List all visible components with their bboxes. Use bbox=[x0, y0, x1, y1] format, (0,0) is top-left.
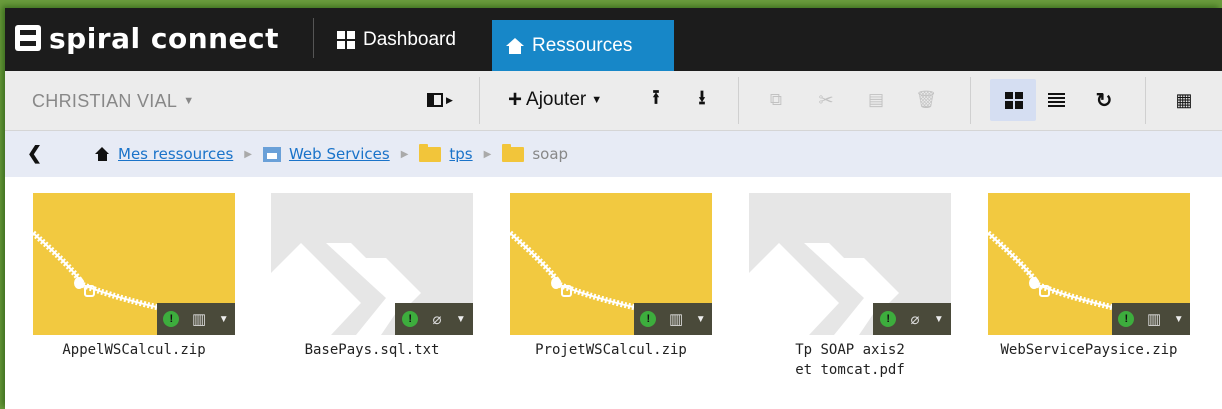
file-thumbnail[interactable]: ! ⌀ ▼ bbox=[749, 193, 951, 335]
add-button-label: Ajouter bbox=[526, 89, 587, 110]
refresh-button[interactable]: ↻ bbox=[1092, 85, 1116, 115]
grid-view-icon bbox=[1004, 91, 1023, 109]
file-tile[interactable]: ! ⌀ ▼ BasePays.sql.txt bbox=[271, 193, 473, 360]
file-tile[interactable]: ! ▥ ▼ ProjetWSCalcul.zip bbox=[510, 193, 712, 360]
back-button[interactable]: ❮ bbox=[27, 143, 42, 164]
list-view-icon bbox=[1047, 93, 1065, 107]
list-view-button[interactable] bbox=[1044, 85, 1068, 115]
file-thumbnail[interactable]: ! ▥ ▼ bbox=[33, 193, 235, 335]
file-thumbnail[interactable]: ! ▥ ▼ bbox=[510, 193, 712, 335]
status-ok-icon: ! bbox=[163, 311, 180, 327]
upload-icon: ⭱ bbox=[652, 87, 660, 109]
paste-icon: ▤ bbox=[867, 90, 885, 109]
paperclip-icon: ⌀ bbox=[432, 311, 442, 328]
file-name: Tp SOAP axis2 et tomcat.pdf bbox=[795, 342, 905, 378]
delete-button[interactable]: 🗑 bbox=[914, 85, 938, 115]
breadcrumb-separator-icon: ▶ bbox=[244, 148, 252, 160]
user-menu[interactable]: CHRISTIAN VIAL ▼ bbox=[32, 91, 194, 112]
plus-icon: + bbox=[508, 86, 523, 113]
home-icon bbox=[95, 147, 110, 161]
toolbar-divider bbox=[970, 77, 971, 124]
download-button[interactable]: ⭳ bbox=[690, 85, 714, 115]
breadcrumb: Mes ressources ▶ Web Services ▶ tps ▶ so… bbox=[95, 143, 569, 163]
panel-toggle-icon bbox=[427, 93, 444, 107]
brand-name: spiral connect bbox=[49, 21, 280, 55]
copy-button[interactable]: ⧉ bbox=[764, 85, 788, 115]
breadcrumb-bar: ❮ Mes ressources ▶ Web Services ▶ tps ▶ … bbox=[5, 131, 1222, 177]
file-name: AppelWSCalcul.zip bbox=[62, 342, 206, 358]
breadcrumb-separator-icon: ▶ bbox=[483, 148, 492, 160]
file-actions-overlay[interactable]: ! ⌀ ▼ bbox=[873, 303, 951, 335]
download-icon: ⭳ bbox=[698, 87, 706, 109]
tab-dashboard-label: Dashboard bbox=[363, 29, 456, 50]
cut-icon: ✂ bbox=[818, 89, 834, 110]
folder-icon bbox=[419, 143, 442, 162]
tab-ressources[interactable]: Ressources bbox=[492, 20, 674, 71]
add-button[interactable]: + Ajouter ▼ bbox=[508, 85, 602, 115]
file-actions-overlay[interactable]: ! ▥ ▼ bbox=[157, 303, 235, 335]
file-tile[interactable]: ! ▥ ▼ WebServicePaysice.zip bbox=[988, 193, 1190, 360]
caret-down-icon[interactable]: ▼ bbox=[934, 314, 944, 325]
status-ok-icon: ! bbox=[640, 311, 657, 327]
file-thumbnail[interactable]: ! ▥ ▼ bbox=[988, 193, 1190, 335]
caret-down-icon[interactable]: ▼ bbox=[696, 314, 706, 325]
caret-down-icon[interactable]: ▼ bbox=[219, 314, 229, 325]
toolbar-divider bbox=[1145, 77, 1146, 124]
brand-logo[interactable]: spiral connect bbox=[15, 20, 279, 56]
nav-divider bbox=[313, 18, 314, 58]
archive-icon: ▥ bbox=[1146, 311, 1162, 328]
caret-down-icon: ▼ bbox=[591, 94, 603, 106]
toolbar: CHRISTIAN VIAL ▼ ▶ + Ajouter ▼ ⭱ ⭳ ⧉ ✂ ▤ … bbox=[5, 71, 1222, 131]
logo-mark-icon bbox=[15, 25, 41, 51]
file-actions-overlay[interactable]: ! ⌀ ▼ bbox=[395, 303, 473, 335]
file-tile[interactable]: ! ⌀ ▼ Tp SOAP axis2 et tomcat.pdf bbox=[749, 193, 951, 380]
status-ok-icon: ! bbox=[402, 311, 419, 327]
file-name: ProjetWSCalcul.zip bbox=[535, 342, 687, 358]
breadcrumb-tps[interactable]: tps bbox=[449, 145, 472, 163]
file-thumbnail[interactable]: ! ⌀ ▼ bbox=[271, 193, 473, 335]
copy-icon: ⧉ bbox=[769, 90, 783, 109]
top-nav-bar: spiral connect Dashboard Ressources bbox=[5, 8, 1222, 71]
app-window: spiral connect Dashboard Ressources CHRI… bbox=[5, 8, 1222, 409]
breadcrumb-web-services[interactable]: Web Services bbox=[289, 145, 390, 163]
caret-down-icon[interactable]: ▼ bbox=[1174, 314, 1184, 325]
breadcrumb-soap: soap bbox=[532, 145, 569, 163]
refresh-icon: ↻ bbox=[1095, 89, 1113, 112]
calendar-icon: ▦ bbox=[1175, 89, 1193, 110]
toolbar-divider bbox=[738, 77, 739, 124]
folder-icon bbox=[502, 143, 525, 162]
status-ok-icon: ! bbox=[1118, 311, 1135, 327]
chevron-left-icon: ❮ bbox=[27, 143, 43, 163]
caret-down-icon: ▼ bbox=[183, 95, 195, 107]
file-actions-overlay[interactable]: ! ▥ ▼ bbox=[1112, 303, 1190, 335]
trash-icon: 🗑 bbox=[915, 90, 937, 109]
archive-icon: ▥ bbox=[191, 311, 207, 328]
panel-toggle-button[interactable]: ▶ bbox=[425, 85, 455, 115]
file-name: WebServicePaysice.zip bbox=[1000, 342, 1178, 358]
toolbar-divider bbox=[479, 77, 480, 124]
tab-ressources-label: Ressources bbox=[532, 34, 633, 56]
dashboard-icon bbox=[337, 31, 355, 49]
paperclip-icon: ⌀ bbox=[910, 311, 920, 328]
paste-button[interactable]: ▤ bbox=[864, 85, 888, 115]
tab-dashboard[interactable]: Dashboard bbox=[323, 20, 470, 60]
file-actions-overlay[interactable]: ! ▥ ▼ bbox=[634, 303, 712, 335]
grid-view-button[interactable] bbox=[990, 79, 1036, 121]
file-name: BasePays.sql.txt bbox=[304, 342, 440, 358]
caret-down-icon[interactable]: ▼ bbox=[456, 314, 466, 325]
web-services-icon bbox=[262, 146, 281, 162]
user-name: CHRISTIAN VIAL bbox=[32, 91, 178, 111]
status-ok-icon: ! bbox=[880, 311, 897, 327]
cut-button[interactable]: ✂ bbox=[814, 85, 838, 115]
file-tile[interactable]: ! ▥ ▼ AppelWSCalcul.zip bbox=[33, 193, 235, 360]
calendar-button[interactable]: ▦ bbox=[1172, 85, 1196, 115]
home-icon bbox=[506, 37, 524, 54]
breadcrumb-separator-icon: ▶ bbox=[400, 148, 409, 160]
upload-button[interactable]: ⭱ bbox=[644, 85, 668, 115]
archive-icon: ▥ bbox=[668, 311, 684, 328]
breadcrumb-mes-ressources[interactable]: Mes ressources bbox=[118, 145, 233, 163]
